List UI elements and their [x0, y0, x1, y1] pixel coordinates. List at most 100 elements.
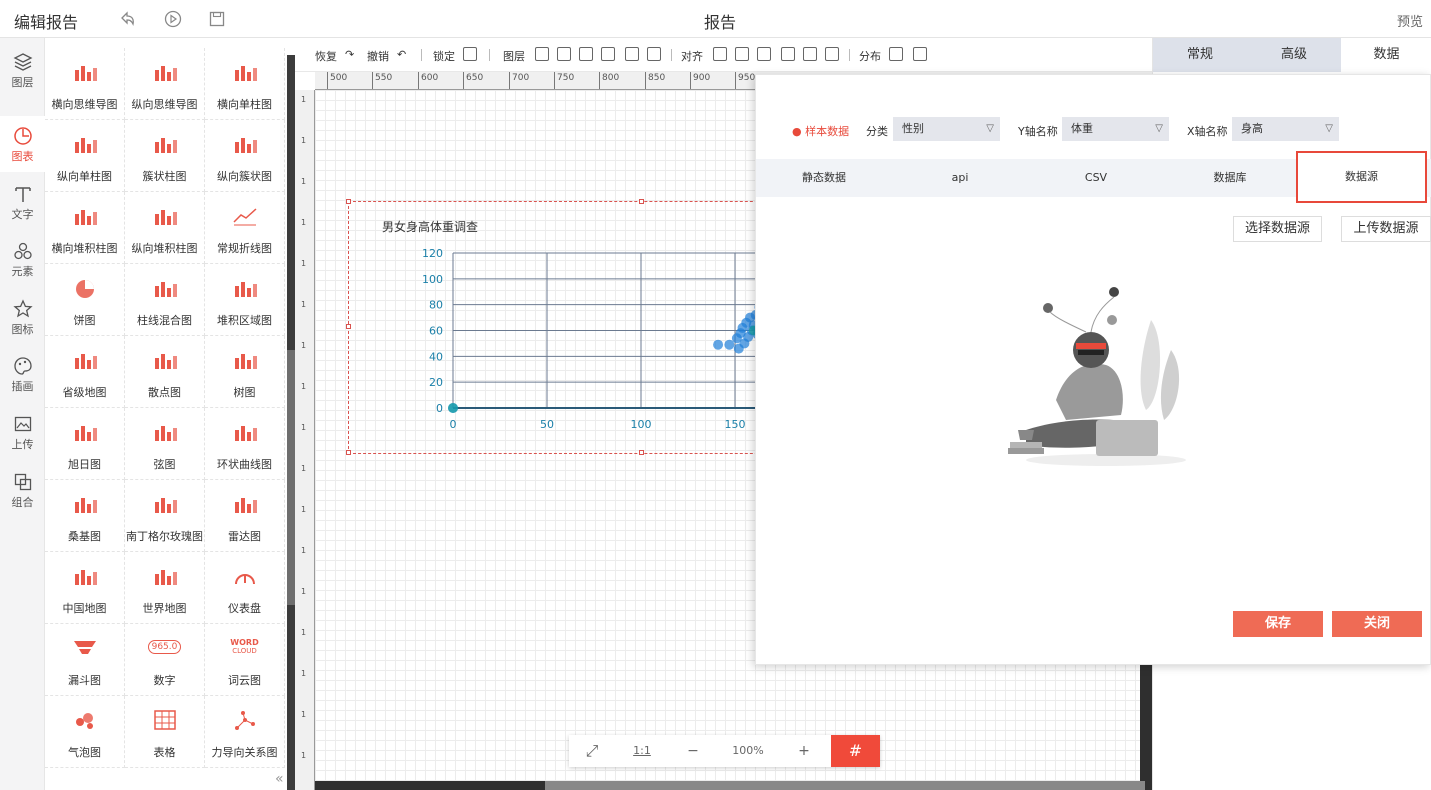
component-item[interactable]: 雷达图	[205, 480, 285, 552]
actual-size-button[interactable]: 1:1	[619, 735, 665, 767]
select-data-source-button[interactable]: 选择数据源	[1233, 216, 1322, 242]
component-item[interactable]: 仪表盘	[205, 552, 285, 624]
upload-data-source-button[interactable]: 上传数据源	[1341, 216, 1431, 242]
component-item[interactable]: 常规折线图	[205, 192, 285, 264]
component-item[interactable]: 南丁格尔玫瑰图	[125, 480, 205, 552]
component-item[interactable]: 纵向思维导图	[125, 48, 205, 120]
rail-item-text[interactable]: 文字	[0, 174, 45, 230]
component-item[interactable]: 力导向关系图	[205, 696, 285, 768]
layer-button[interactable]: 图层	[503, 48, 525, 64]
undo-icon[interactable]	[118, 10, 136, 28]
y-tick-label: 20	[429, 376, 443, 389]
distribute-h-icon[interactable]	[889, 47, 903, 61]
grid-toggle-button[interactable]: #	[831, 735, 880, 767]
rail-item-charts[interactable]: 图表	[0, 116, 45, 172]
tab-database[interactable]: 数据库	[1164, 159, 1296, 197]
undo-button[interactable]: 撤销	[367, 48, 389, 64]
rail-item-group[interactable]: 组合	[0, 462, 45, 518]
component-item[interactable]: 省级地图	[45, 336, 125, 408]
tab-static-data[interactable]: 静态数据	[756, 159, 892, 197]
component-item[interactable]: 环状曲线图	[205, 408, 285, 480]
component-panel-scrollbar[interactable]	[287, 55, 295, 790]
layer-up-icon[interactable]	[557, 47, 571, 61]
scrollbar-thumb[interactable]	[287, 350, 295, 605]
number-icon-text: 965.0	[147, 640, 182, 654]
component-item[interactable]: 柱线混合图	[125, 264, 205, 336]
tab-advanced[interactable]: 高级	[1247, 38, 1341, 72]
component-item[interactable]: 旭日图	[45, 408, 125, 480]
align-center-icon[interactable]	[735, 47, 749, 61]
distribute-button[interactable]: 分布	[859, 48, 881, 64]
rail-item-elements[interactable]: 元素	[0, 231, 45, 287]
component-item[interactable]: 树图	[205, 336, 285, 408]
chart-component[interactable]: 男女身高体重调查 0 20 40 60 80 100 120 0 50 100 150	[346, 199, 788, 455]
scrollbar-thumb[interactable]	[545, 781, 1145, 790]
component-item[interactable]: 965.0 数字	[125, 624, 205, 696]
component-item[interactable]: 漏斗图	[45, 624, 125, 696]
category-select[interactable]: 性别 ▽	[893, 117, 1000, 141]
distribute-v-icon[interactable]	[913, 47, 927, 61]
delete-icon[interactable]	[625, 47, 639, 61]
component-item[interactable]: WORD CLOUD 词云图	[205, 624, 285, 696]
redo-icon[interactable]: ↷	[345, 48, 354, 61]
rail-item-layers[interactable]: 图层	[0, 42, 45, 98]
undo-arrow-icon[interactable]: ↶	[397, 48, 406, 61]
save-icon[interactable]	[208, 10, 226, 28]
tab-api[interactable]: api	[892, 159, 1028, 197]
component-item[interactable]: 横向单柱图	[205, 48, 285, 120]
component-item[interactable]: 纵向堆积柱图	[125, 192, 205, 264]
close-button[interactable]: 关闭	[1332, 611, 1422, 637]
y-tick-label: 80	[429, 299, 443, 312]
component-item[interactable]: 横向思维导图	[45, 48, 125, 120]
zoom-out-button[interactable]: −	[669, 735, 717, 767]
layer-down-icon[interactable]	[579, 47, 593, 61]
rail-item-illustrations[interactable]: 插画	[0, 346, 45, 402]
component-item[interactable]: 纵向簇状图	[205, 120, 285, 192]
x-axis-select[interactable]: 身高 ▽	[1232, 117, 1339, 141]
align-top-icon[interactable]	[781, 47, 795, 61]
component-item[interactable]: 世界地图	[125, 552, 205, 624]
component-item[interactable]: 弦图	[125, 408, 205, 480]
align-right-icon[interactable]	[757, 47, 771, 61]
component-item[interactable]: 横向堆积柱图	[45, 192, 125, 264]
save-button[interactable]: 保存	[1233, 611, 1323, 637]
tab-data[interactable]: 数据	[1341, 38, 1431, 72]
zoom-in-button[interactable]: +	[779, 735, 829, 767]
copy-icon[interactable]	[647, 47, 661, 61]
play-icon[interactable]	[164, 10, 182, 28]
component-item[interactable]: 纵向单柱图	[45, 120, 125, 192]
component-label: 南丁格尔玫瑰图	[126, 530, 203, 543]
layer-top-icon[interactable]	[535, 47, 549, 61]
ruler-tick: 1	[301, 423, 307, 432]
component-item[interactable]: 中国地图	[45, 552, 125, 624]
layer-bottom-icon[interactable]	[601, 47, 615, 61]
component-item[interactable]: 桑基图	[45, 480, 125, 552]
rail-item-upload[interactable]: 上传	[0, 404, 45, 460]
lock-button[interactable]: 锁定	[433, 48, 455, 64]
tab-csv[interactable]: CSV	[1028, 159, 1164, 197]
component-item[interactable]: 散点图	[125, 336, 205, 408]
fit-screen-icon[interactable]: ⤢	[569, 735, 615, 767]
rail-item-icons[interactable]: 图标	[0, 289, 45, 345]
align-button[interactable]: 对齐	[681, 48, 703, 64]
align-middle-icon[interactable]	[803, 47, 817, 61]
tab-data-source[interactable]: 数据源	[1296, 151, 1427, 203]
tab-general[interactable]: 常规	[1153, 38, 1247, 72]
component-item[interactable]: 气泡图	[45, 696, 125, 768]
component-item[interactable]: 饼图	[45, 264, 125, 336]
y-axis-select[interactable]: 体重 ▽	[1062, 117, 1169, 141]
component-label: 常规折线图	[217, 242, 272, 255]
component-item[interactable]: 表格	[125, 696, 205, 768]
preview-link[interactable]: 预览	[1397, 11, 1423, 30]
align-left-icon[interactable]	[713, 47, 727, 61]
redo-button[interactable]: 恢复	[315, 48, 337, 64]
lock-icon[interactable]	[463, 47, 477, 61]
component-item[interactable]: 簇状柱图	[125, 120, 205, 192]
star-icon	[12, 299, 33, 318]
chevron-down-icon: ▽	[986, 123, 994, 134]
collapse-panel-icon[interactable]: «	[275, 771, 284, 787]
align-bottom-icon[interactable]	[825, 47, 839, 61]
component-item[interactable]: 堆积区域图	[205, 264, 285, 336]
canvas-bottom-scrollbar[interactable]	[315, 781, 1152, 790]
sample-data-label[interactable]: ● 样本数据	[792, 123, 849, 139]
